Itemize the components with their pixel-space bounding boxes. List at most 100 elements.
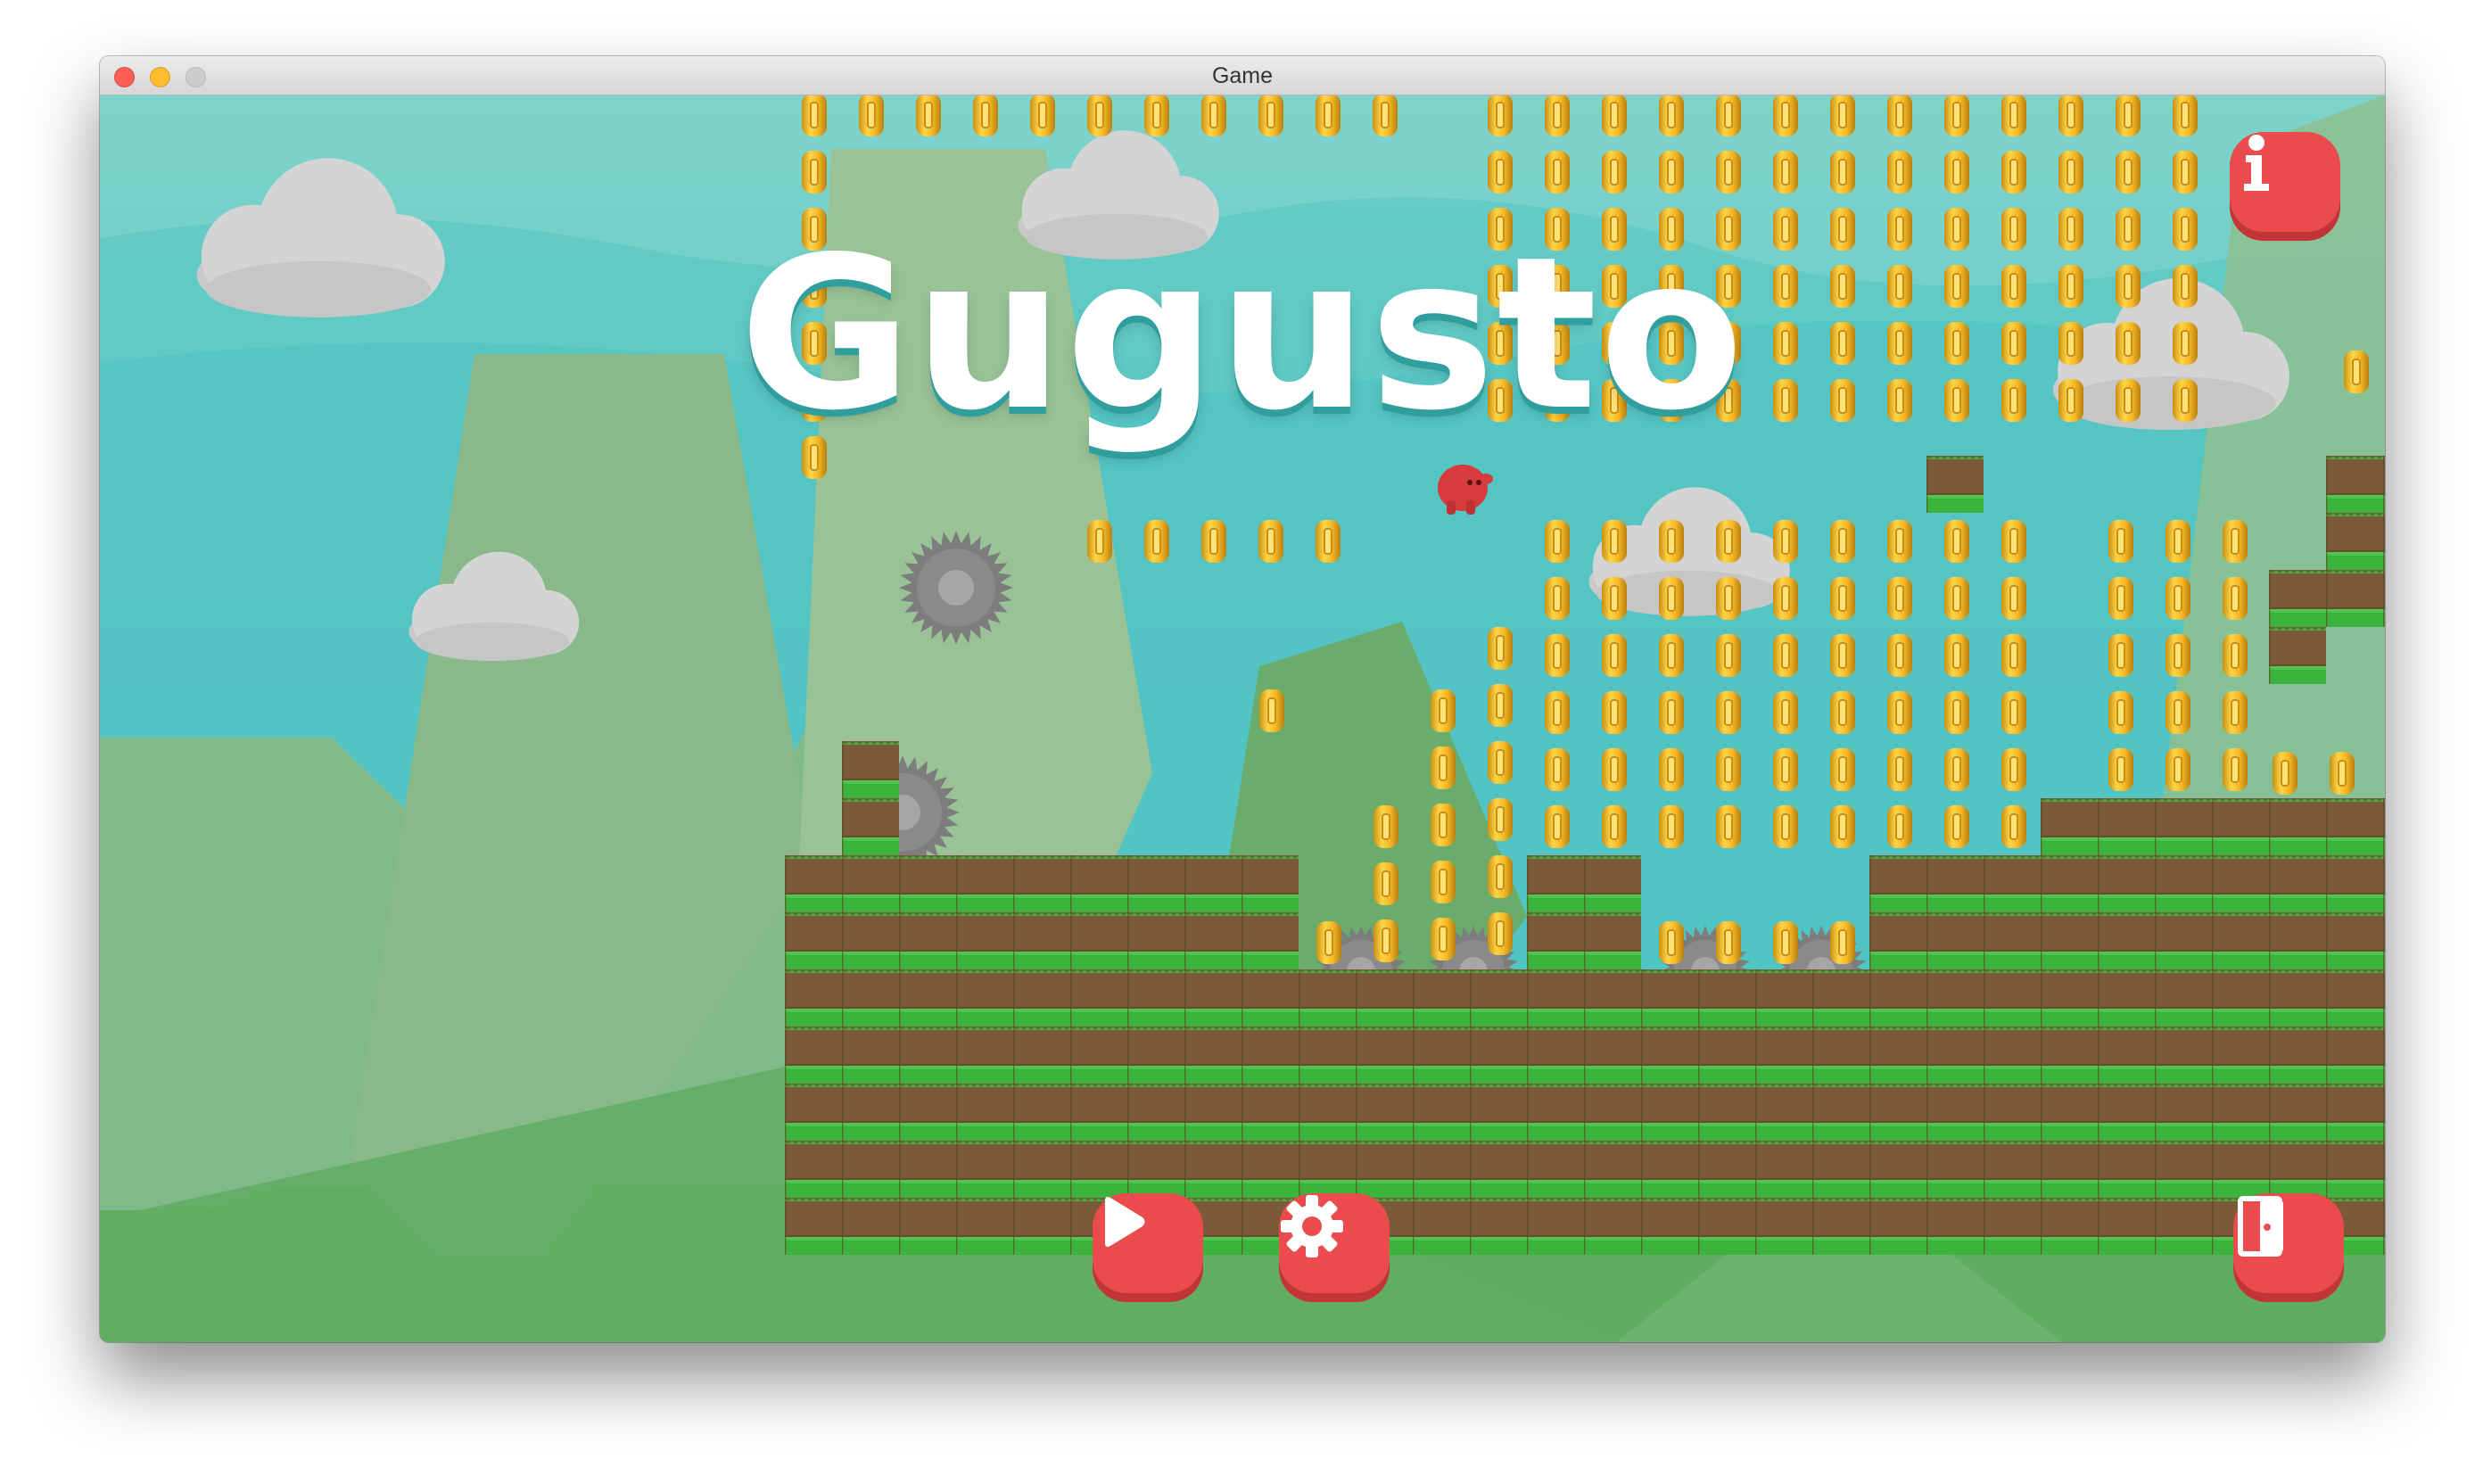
coin xyxy=(1715,264,1742,309)
gear-icon xyxy=(1281,1195,1343,1257)
coin xyxy=(1829,321,1856,366)
coin xyxy=(2272,751,2298,796)
coin xyxy=(1544,150,1571,194)
coin xyxy=(2115,378,2141,423)
coin xyxy=(1829,920,1856,965)
coin xyxy=(1544,264,1571,309)
coin xyxy=(2058,207,2084,251)
coin xyxy=(1143,519,1170,564)
coin xyxy=(2108,633,2134,678)
coin xyxy=(2000,321,2027,366)
coin xyxy=(1544,321,1571,366)
grass-platform xyxy=(785,969,2385,1255)
coin xyxy=(1658,321,1685,366)
coin xyxy=(801,435,828,480)
coin xyxy=(1829,207,1856,251)
coin xyxy=(1601,519,1628,564)
coin xyxy=(1544,804,1571,849)
coin xyxy=(1601,150,1628,194)
coin xyxy=(1258,519,1284,564)
coin xyxy=(2172,150,2198,194)
coin xyxy=(1829,519,1856,564)
coin xyxy=(1430,803,1456,847)
coin xyxy=(1315,95,1341,137)
title-bar: Game xyxy=(100,56,2385,95)
coin xyxy=(1715,519,1742,564)
coin xyxy=(1943,150,1970,194)
grass-platform xyxy=(1527,855,1641,969)
play-icon xyxy=(1105,1197,1145,1247)
coin xyxy=(1772,804,1799,849)
settings-button[interactable] xyxy=(1279,1193,1390,1302)
coin xyxy=(1886,804,1913,849)
coin xyxy=(1772,747,1799,792)
coin xyxy=(2058,321,2084,366)
coin xyxy=(1829,633,1856,678)
coin xyxy=(1715,920,1742,965)
coin xyxy=(2000,804,2027,849)
coin xyxy=(1886,633,1913,678)
coin xyxy=(1487,95,1514,137)
coin xyxy=(2172,264,2198,309)
coin xyxy=(2000,747,2027,792)
coin xyxy=(1715,576,1742,621)
coin xyxy=(1544,747,1571,792)
coin xyxy=(1943,576,1970,621)
coin xyxy=(1544,95,1571,137)
coin xyxy=(2222,690,2248,735)
coin xyxy=(1829,690,1856,735)
play-button[interactable] xyxy=(1093,1193,1203,1302)
coin xyxy=(2000,95,2027,137)
coin xyxy=(1430,746,1456,790)
coin xyxy=(972,95,999,137)
coin xyxy=(2058,150,2084,194)
coin xyxy=(2222,519,2248,564)
coin xyxy=(1943,747,1970,792)
coin xyxy=(1658,519,1685,564)
coin xyxy=(2000,519,2027,564)
grass-platform xyxy=(2041,798,2385,855)
coin xyxy=(1601,576,1628,621)
coin xyxy=(1373,862,1399,906)
coin xyxy=(1772,576,1799,621)
coin xyxy=(1715,207,1742,251)
coin xyxy=(2172,95,2198,137)
coin xyxy=(1658,378,1685,423)
coin xyxy=(1487,854,1514,899)
game-canvas[interactable]: Gugusto xyxy=(100,95,2385,1342)
coin xyxy=(1487,626,1514,671)
coin xyxy=(1258,688,1285,733)
coin xyxy=(1544,378,1571,423)
coin xyxy=(1829,264,1856,309)
coin xyxy=(2222,747,2248,792)
coin xyxy=(2058,378,2084,423)
coin xyxy=(2000,690,2027,735)
coin xyxy=(1200,519,1227,564)
coin xyxy=(1829,378,1856,423)
coin xyxy=(2172,378,2198,423)
coin xyxy=(1943,633,1970,678)
coin xyxy=(1886,207,1913,251)
coin xyxy=(858,95,885,137)
coin xyxy=(1430,860,1456,904)
coin xyxy=(1487,378,1514,423)
info-button[interactable] xyxy=(2230,132,2340,241)
coin xyxy=(2172,207,2198,251)
coin xyxy=(1658,95,1685,137)
coin xyxy=(1658,150,1685,194)
coin xyxy=(1601,95,1628,137)
exit-button[interactable] xyxy=(2233,1193,2344,1302)
coin xyxy=(1943,690,1970,735)
coin xyxy=(2165,519,2191,564)
coin xyxy=(1772,264,1799,309)
coin xyxy=(1373,804,1399,849)
coin xyxy=(801,207,828,251)
coin xyxy=(2222,576,2248,621)
coin xyxy=(2058,264,2084,309)
coin xyxy=(1316,920,1342,965)
coin xyxy=(1601,690,1628,735)
coin xyxy=(2165,633,2191,678)
coin xyxy=(2329,751,2355,796)
coin xyxy=(2108,747,2134,792)
coin xyxy=(1943,804,1970,849)
